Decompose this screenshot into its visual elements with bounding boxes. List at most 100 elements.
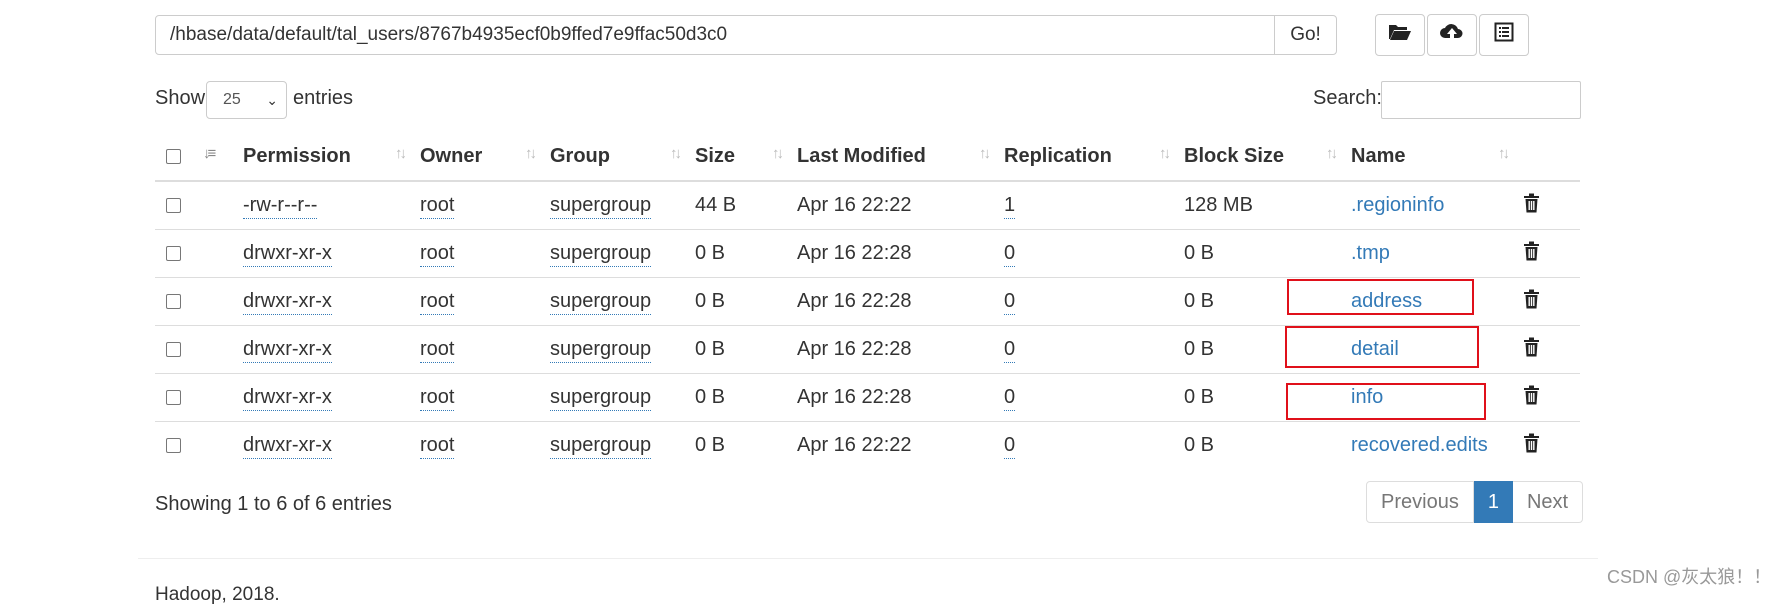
row-checkbox[interactable]	[166, 294, 181, 310]
sort-icon: ↑↓	[525, 145, 537, 162]
copyright-text: Hadoop, 2018.	[155, 584, 280, 605]
previous-page-button[interactable]: Previous	[1366, 481, 1474, 523]
permission-value[interactable]: drwxr-xr-x	[243, 338, 332, 363]
sort-icon: ↑↓	[395, 145, 407, 162]
highlight-box-info	[1286, 383, 1486, 420]
last-modified-header[interactable]: Last Modified ↑↓	[797, 133, 1004, 182]
spacer-cell	[195, 373, 243, 422]
replication-header-label: Replication	[1004, 145, 1112, 167]
size-value: 0 B	[695, 290, 726, 312]
replication-value[interactable]: 0	[1004, 290, 1016, 315]
entries-label: entries	[293, 87, 354, 109]
block-size-value: 0 B	[1184, 434, 1215, 456]
size-value: 0 B	[695, 434, 726, 456]
path-input[interactable]: /hbase/data/default/tal_users/8767b4935e…	[155, 15, 1275, 55]
trash-icon[interactable]	[1523, 193, 1540, 219]
replication-value[interactable]: 0	[1004, 338, 1016, 363]
permission-header[interactable]: Permission ↑↓	[243, 133, 420, 182]
pagination: Previous 1 Next	[1366, 481, 1584, 523]
size-value: 0 B	[695, 242, 726, 264]
owner-value[interactable]: root	[420, 434, 455, 459]
sort-icon: ↑↓	[979, 145, 991, 162]
permission-value[interactable]: drwxr-xr-x	[243, 434, 332, 459]
file-name-link[interactable]: .regioninfo	[1351, 194, 1444, 216]
select-all-checkbox[interactable]	[166, 149, 181, 165]
trash-icon[interactable]	[1523, 385, 1540, 411]
row-checkbox[interactable]	[166, 198, 181, 214]
permission-value[interactable]: -rw-r--r--	[243, 194, 318, 219]
spacer-cell	[195, 421, 243, 469]
row-select-cell	[155, 277, 195, 326]
trash-icon[interactable]	[1523, 433, 1540, 459]
spacer-cell	[195, 229, 243, 278]
cut-paste-button[interactable]	[1479, 14, 1529, 56]
owner-value[interactable]: root	[420, 242, 455, 267]
block-size-value: 0 B	[1184, 386, 1215, 408]
page-1-button[interactable]: 1	[1473, 481, 1513, 523]
permission-header-label: Permission	[243, 145, 351, 167]
owner-value[interactable]: root	[420, 194, 455, 219]
owner-header[interactable]: Owner ↑↓	[420, 133, 550, 182]
permission-value[interactable]: drwxr-xr-x	[243, 386, 332, 411]
group-value[interactable]: supergroup	[550, 194, 652, 219]
block-size-header[interactable]: Block Size ↑↓	[1184, 133, 1351, 182]
show-label: Show	[155, 87, 206, 109]
row-checkbox[interactable]	[166, 342, 181, 358]
size-header[interactable]: Size ↑↓	[695, 133, 797, 182]
page-length-select[interactable]: 25 ⌄	[206, 81, 287, 119]
file-name-link[interactable]: .tmp	[1351, 242, 1390, 264]
next-page-button[interactable]: Next	[1512, 481, 1584, 523]
block-size-value: 0 B	[1184, 242, 1215, 264]
group-value[interactable]: supergroup	[550, 338, 652, 363]
upload-button[interactable]	[1427, 14, 1477, 56]
group-value[interactable]: supergroup	[550, 434, 652, 459]
chevron-down-icon: ⌄	[266, 92, 278, 108]
actions-header	[1523, 133, 1580, 182]
size-value: 44 B	[695, 194, 737, 216]
row-checkbox[interactable]	[166, 438, 181, 454]
folder-open-icon	[1388, 22, 1412, 48]
search-input[interactable]	[1381, 81, 1581, 119]
last-modified-value: Apr 16 22:28	[797, 242, 912, 264]
spacer-cell	[195, 325, 243, 374]
trash-icon[interactable]	[1523, 289, 1540, 315]
replication-value[interactable]: 0	[1004, 386, 1016, 411]
row-checkbox[interactable]	[166, 390, 181, 406]
select-all-header[interactable]	[155, 133, 195, 182]
name-header[interactable]: Name ↑↓	[1351, 133, 1523, 182]
replication-value[interactable]: 0	[1004, 434, 1016, 459]
replication-value[interactable]: 0	[1004, 242, 1016, 267]
replication-value[interactable]: 1	[1004, 194, 1016, 219]
group-header[interactable]: Group ↑↓	[550, 133, 695, 182]
row-select-cell	[155, 421, 195, 469]
block-size-value: 128 MB	[1184, 194, 1253, 216]
sort-icon: ↑↓	[670, 145, 682, 162]
spacer-cell	[195, 180, 243, 230]
owner-value[interactable]: root	[420, 338, 455, 363]
create-directory-button[interactable]	[1375, 14, 1425, 56]
footer-divider	[138, 558, 1598, 559]
trash-icon[interactable]	[1523, 241, 1540, 267]
watermark-text: CSDN @灰太狼！！	[1607, 567, 1772, 587]
last-modified-value: Apr 16 22:22	[797, 194, 912, 216]
row-checkbox[interactable]	[166, 246, 181, 262]
sort-icon: ↑↓	[1498, 145, 1510, 162]
go-button[interactable]: Go!	[1274, 15, 1337, 55]
replication-header[interactable]: Replication ↑↓	[1004, 133, 1184, 182]
permission-value[interactable]: drwxr-xr-x	[243, 242, 332, 267]
last-modified-value: Apr 16 22:22	[797, 434, 912, 456]
file-name-link[interactable]: recovered.edits	[1351, 434, 1488, 456]
owner-value[interactable]: root	[420, 386, 455, 411]
sort-column-header[interactable]: ↓≡	[195, 133, 243, 182]
owner-value[interactable]: root	[420, 290, 455, 315]
row-select-cell	[155, 325, 195, 374]
trash-icon[interactable]	[1523, 337, 1540, 363]
group-value[interactable]: supergroup	[550, 290, 652, 315]
owner-header-label: Owner	[420, 145, 483, 167]
block-size-value: 0 B	[1184, 290, 1215, 312]
highlight-box-detail	[1285, 326, 1479, 368]
group-value[interactable]: supergroup	[550, 242, 652, 267]
group-value[interactable]: supergroup	[550, 386, 652, 411]
permission-value[interactable]: drwxr-xr-x	[243, 290, 332, 315]
block-size-header-label: Block Size	[1184, 145, 1285, 167]
